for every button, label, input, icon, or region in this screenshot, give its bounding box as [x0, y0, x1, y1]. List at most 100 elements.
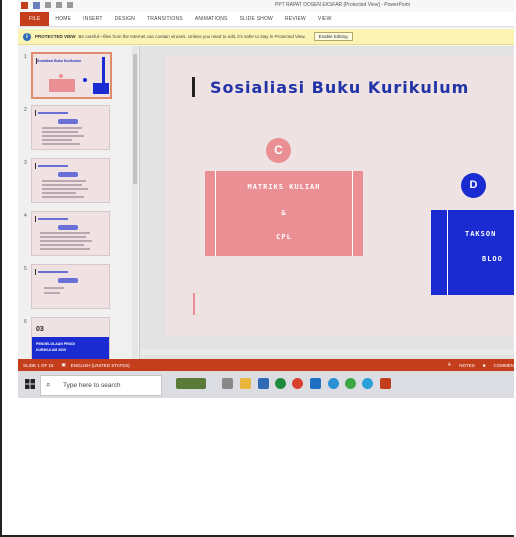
- file-explorer-icon[interactable]: [240, 378, 251, 389]
- taskbar-search[interactable]: ⌕ Type here to search: [40, 375, 162, 396]
- thumb-number: 2: [24, 107, 27, 113]
- thumb-number: 5: [24, 266, 27, 272]
- thumb-number: 3: [24, 160, 27, 166]
- notes-button[interactable]: NOTES: [459, 363, 475, 368]
- slide-thumbnail-2[interactable]: [31, 105, 110, 150]
- thumb-text-line: [40, 236, 86, 238]
- tab-view[interactable]: VIEW: [312, 16, 338, 22]
- enable-editing-button[interactable]: Enable Editing: [313, 32, 353, 41]
- thumb-title-line: [38, 165, 68, 167]
- protected-view-message: Be careful—files from the Internet can c…: [78, 34, 306, 39]
- thumb-pill: [58, 172, 78, 177]
- slide-counter: SLIDE 1 OF 15: [23, 362, 54, 368]
- thumb-section-number: 03: [36, 326, 44, 333]
- thumb-circle-d: [83, 78, 87, 82]
- powerpoint-window: PPT RAPAT DOSEN EKSFAR [Protected View] …: [18, 0, 514, 398]
- windows-taskbar: ⌕ Type here to search: [18, 371, 514, 398]
- task-view-icon[interactable]: [222, 378, 233, 389]
- thumb-title-bar: [35, 216, 36, 222]
- store-icon[interactable]: [258, 378, 269, 389]
- thumb-text-line: [42, 188, 88, 190]
- shield-icon: i: [23, 32, 31, 41]
- chrome-icon[interactable]: [292, 378, 303, 389]
- thumb-circle-c: [59, 74, 63, 78]
- slide-thumbnail-3[interactable]: [31, 158, 110, 203]
- weather-widget-icon[interactable]: [176, 378, 206, 389]
- status-right: ≜ NOTES ■ COMMEN: [447, 359, 514, 371]
- box-c-line-3: CPL: [276, 233, 292, 241]
- thumb-blue-bar: [102, 57, 105, 94]
- thumb-text-line: [42, 143, 80, 145]
- save-icon[interactable]: [33, 2, 40, 9]
- quick-access-toolbar: [21, 2, 73, 9]
- thumb-title-bar: [35, 110, 36, 116]
- slide-thumbnail-pane: 1 Sosialiasi Buku Kurikulum 2 3 4 5 6 03…: [18, 46, 140, 359]
- thumb-number: 1: [24, 54, 27, 60]
- thumb-text-line: [42, 184, 82, 186]
- slide-thumbnail-1[interactable]: Sosialiasi Buku Kurikulum: [31, 52, 112, 99]
- powerpoint-taskbar-icon[interactable]: [380, 378, 391, 389]
- thumb-text-line: [42, 127, 82, 129]
- thumb-text-line: [44, 292, 60, 294]
- thumb-text-line: [42, 131, 78, 133]
- thumb-text-line: [40, 232, 90, 234]
- slide-thumbnail-4[interactable]: [31, 211, 110, 256]
- box-d-border: [447, 210, 514, 295]
- thumb-blue-band: PENGELOLAAN PRODI KURIKULUM 2020: [32, 337, 109, 359]
- thumbnail-scrollbar[interactable]: [132, 46, 138, 359]
- title-accent-bar: [192, 77, 195, 97]
- thumb-text-line: [42, 192, 76, 194]
- thumb-number: 4: [24, 213, 27, 219]
- thumb-band-text-2: KURIKULUM 2020: [36, 348, 66, 352]
- title-bar: PPT RAPAT DOSEN EKSFAR [Protected View] …: [18, 0, 514, 12]
- scrollbar-thumb[interactable]: [133, 54, 137, 184]
- tab-review[interactable]: REVIEW: [279, 16, 312, 22]
- thumb-title: Sosialiasi Buku Kurikulum: [37, 59, 82, 63]
- thumb-title-bar: [35, 269, 36, 275]
- undo-icon[interactable]: [45, 2, 51, 8]
- pink-accent-bar: [193, 293, 195, 315]
- thumb-text-line: [42, 196, 84, 198]
- telegram-icon[interactable]: [362, 378, 373, 389]
- box-d-line-1: TAKSON: [465, 230, 497, 238]
- start-from-beginning-icon[interactable]: [67, 2, 73, 8]
- tab-insert[interactable]: INSERT: [77, 16, 108, 22]
- tab-slide-show[interactable]: SLIDE SHOW: [234, 16, 279, 22]
- tab-animations[interactable]: ANIMATIONS: [189, 16, 234, 22]
- slide-thumbnail-6[interactable]: 03 PENGELOLAAN PRODI KURIKULUM 2020: [31, 317, 110, 359]
- slide-thumbnail-5[interactable]: [31, 264, 110, 309]
- thumb-title-line: [38, 271, 68, 273]
- ribbon-tabs: FILE HOME INSERT DESIGN TRANSITIONS ANIM…: [18, 12, 514, 27]
- edge-icon[interactable]: [328, 378, 339, 389]
- tab-transitions[interactable]: TRANSITIONS: [141, 16, 189, 22]
- windows-start-icon[interactable]: [25, 379, 35, 389]
- window-title: PPT RAPAT DOSEN EKSFAR [Protected View] …: [275, 2, 410, 8]
- language-indicator[interactable]: ENGLISH (UNITED STATES): [71, 363, 130, 368]
- tab-home[interactable]: HOME: [49, 16, 77, 22]
- tab-file[interactable]: FILE: [20, 12, 50, 26]
- thumb-pill: [58, 278, 78, 283]
- thumb-number: 6: [24, 319, 27, 325]
- spellcheck-icon[interactable]: ▣: [62, 362, 66, 368]
- redo-icon[interactable]: [56, 2, 62, 8]
- chrome-green-icon[interactable]: [345, 378, 356, 389]
- box-c-line-1: MATRIKS KULIAH: [247, 183, 321, 191]
- slide-editor-canvas: Sosialiasi Buku Kurikulum C MATRIKS KULI…: [140, 46, 514, 359]
- notes-icon[interactable]: ≜: [447, 362, 451, 368]
- horizontal-scrollbar[interactable]: [140, 349, 514, 355]
- thumb-text-line: [42, 180, 86, 182]
- status-bar: SLIDE 1 OF 15 ▣ ENGLISH (UNITED STATES) …: [18, 359, 514, 371]
- box-d-line-2: BLOO: [482, 255, 503, 263]
- thumb-text-line: [40, 240, 92, 242]
- thumb-pill: [58, 119, 78, 124]
- tab-design[interactable]: DESIGN: [109, 16, 141, 22]
- comments-icon[interactable]: ■: [483, 363, 486, 368]
- spotify-icon[interactable]: [275, 378, 286, 389]
- search-icon: ⌕: [46, 380, 51, 389]
- word-icon[interactable]: [310, 378, 321, 389]
- current-slide[interactable]: Sosialiasi Buku Kurikulum C MATRIKS KULI…: [166, 55, 514, 337]
- protected-view-bar: i PROTECTED VIEW Be careful—files from t…: [18, 29, 514, 45]
- protected-view-label: PROTECTED VIEW: [35, 34, 76, 39]
- thumb-box-c: [49, 79, 75, 92]
- comments-button[interactable]: COMMEN: [494, 363, 515, 368]
